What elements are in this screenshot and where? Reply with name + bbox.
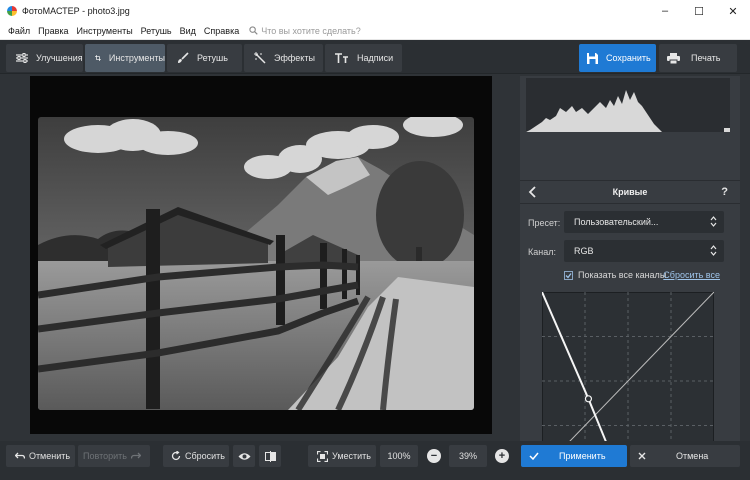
show-all-channels-checkbox[interactable]: Показать все каналы <box>564 270 666 280</box>
help-button[interactable]: ? <box>721 186 728 198</box>
menu-retouch[interactable]: Ретушь <box>137 26 176 36</box>
zoom-level: 39% <box>449 445 487 467</box>
crop-icon <box>95 55 101 61</box>
close-button[interactable]: ✕ <box>716 0 750 22</box>
zoom-value: 39% <box>458 451 477 461</box>
reset-all-link[interactable]: Сбросить все <box>663 270 720 280</box>
menu-help[interactable]: Справка <box>200 26 243 36</box>
zoom-100-label: 100% <box>387 451 411 461</box>
preset-value: Пользовательский... <box>574 217 659 227</box>
zoom-in-button[interactable]: + <box>492 445 512 467</box>
eye-icon <box>238 452 250 460</box>
cancel-button[interactable]: Отмена <box>630 445 740 467</box>
menu-view[interactable]: Вид <box>176 26 200 36</box>
print-button[interactable]: Печать <box>659 44 737 72</box>
right-panel: Кривые ? Пресет: Пользовательский... Кан… <box>520 76 740 476</box>
reset-icon <box>171 451 181 461</box>
menu-file[interactable]: Файл <box>4 26 34 36</box>
app-window: Улучшения Инструменты Ретушь Эффекты Над… <box>0 40 750 480</box>
channel-label: Канал: <box>528 247 556 257</box>
app-logo-icon <box>7 6 17 16</box>
back-arrow-icon[interactable] <box>528 186 538 198</box>
tab-label: Ретушь <box>197 53 228 63</box>
preset-label: Пресет: <box>528 218 561 228</box>
window-title: ФотоМАСТЕР - photo3.jpg <box>22 6 130 16</box>
apply-button[interactable]: Применить <box>521 445 627 467</box>
tab-label: Надписи <box>357 53 394 63</box>
save-icon <box>587 52 598 64</box>
select-arrows-icon <box>710 245 717 256</box>
curves-title: Кривые <box>612 187 648 197</box>
minus-icon: − <box>427 449 441 463</box>
tab-label: Улучшения <box>36 53 83 63</box>
maximize-button[interactable]: ☐ <box>682 0 716 22</box>
bottom-bar: Отменить Повторить Сбросить Уместить 100… <box>0 441 750 480</box>
menu-search[interactable]: Что вы хотите сделать? <box>249 26 361 36</box>
tab-label: Инструменты <box>108 53 165 63</box>
text-icon <box>335 52 348 63</box>
window-controls: – ☐ ✕ <box>648 0 750 22</box>
tab-captions[interactable]: Надписи <box>325 44 402 72</box>
histogram <box>526 78 730 132</box>
search-placeholder: Что вы хотите сделать? <box>261 25 361 36</box>
save-button[interactable]: Сохранить <box>579 44 656 72</box>
preview-button[interactable] <box>233 445 255 467</box>
search-icon <box>249 26 258 35</box>
menu-bar: Файл Правка Инструменты Ретушь Вид Справ… <box>0 22 750 40</box>
cancel-label: Отмена <box>676 451 709 461</box>
undo-icon <box>14 452 25 459</box>
brush-icon <box>178 52 189 63</box>
zoom-out-button[interactable]: − <box>424 445 444 467</box>
select-arrows-icon <box>710 216 717 227</box>
menu-edit[interactable]: Правка <box>34 26 72 36</box>
channel-select[interactable]: RGB <box>564 240 724 262</box>
curves-header: Кривые ? <box>520 180 740 204</box>
redo-label: Повторить <box>83 451 127 461</box>
undo-label: Отменить <box>28 451 71 461</box>
fit-label: Уместить <box>332 451 371 461</box>
title-bar: ФотоМАСТЕР - photo3.jpg – ☐ ✕ <box>0 0 750 22</box>
fit-icon <box>317 450 329 462</box>
show-all-label: Показать все каналы <box>578 270 667 280</box>
reset-label: Сбросить <box>184 451 225 461</box>
check-icon <box>529 452 539 460</box>
undo-button[interactable]: Отменить <box>6 445 75 467</box>
curve-control-point[interactable] <box>584 395 593 403</box>
apply-label: Применить <box>559 451 606 461</box>
redo-button[interactable]: Повторить <box>78 445 150 467</box>
channel-value: RGB <box>574 246 594 256</box>
preset-select[interactable]: Пользовательский... <box>564 211 724 233</box>
photo-image <box>38 117 474 410</box>
magic-wand-icon <box>254 52 266 64</box>
tab-label: Эффекты <box>274 53 315 63</box>
plus-icon: + <box>495 449 509 463</box>
redo-icon <box>130 452 141 459</box>
zoom-100-button[interactable]: 100% <box>380 445 418 467</box>
minimize-button[interactable]: – <box>648 0 682 22</box>
tab-retouch[interactable]: Ретушь <box>167 44 242 72</box>
tab-enhancements[interactable]: Улучшения <box>6 44 83 72</box>
main-toolbar: Улучшения Инструменты Ретушь Эффекты Над… <box>0 40 750 74</box>
checkbox[interactable] <box>564 270 573 280</box>
compare-button[interactable] <box>259 445 281 467</box>
save-label: Сохранить <box>606 53 651 63</box>
checkmark-icon <box>565 272 572 278</box>
sliders-icon <box>16 53 28 63</box>
tab-tools[interactable]: Инструменты <box>85 44 165 72</box>
compare-icon <box>264 450 276 462</box>
menu-tools[interactable]: Инструменты <box>73 26 137 36</box>
image-canvas[interactable] <box>30 76 492 434</box>
close-icon <box>638 452 646 460</box>
reset-button[interactable]: Сбросить <box>163 445 229 467</box>
tab-effects[interactable]: Эффекты <box>244 44 323 72</box>
print-label: Печать <box>691 53 721 63</box>
fit-button[interactable]: Уместить <box>308 445 376 467</box>
printer-icon <box>667 52 680 64</box>
